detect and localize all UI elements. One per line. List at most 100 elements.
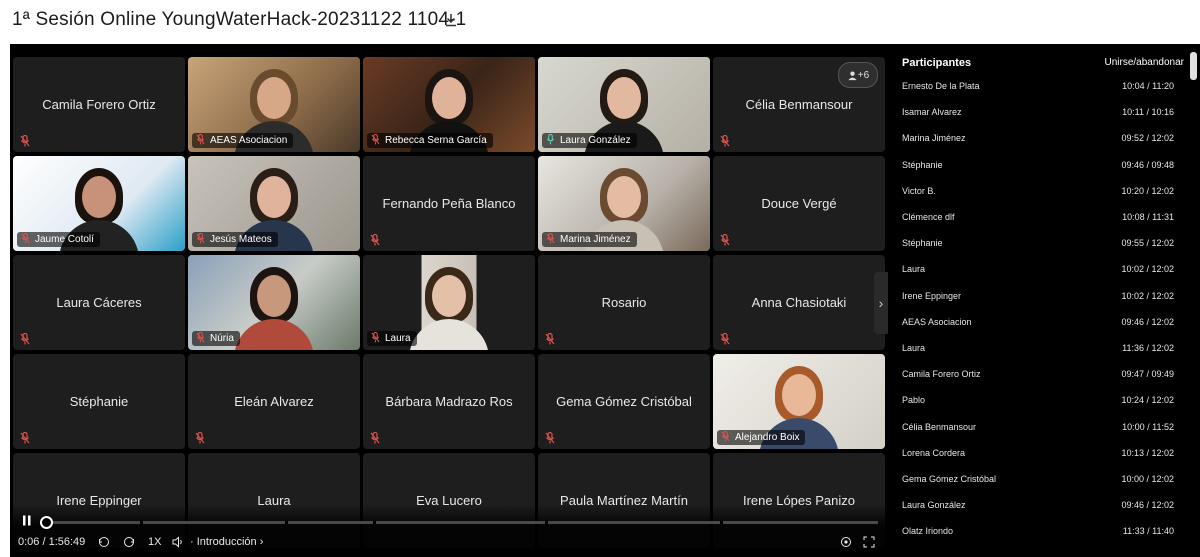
participant-name: Douce Vergé <box>761 196 837 211</box>
progress-track[interactable] <box>40 520 878 525</box>
participant-row-name: Victor B. <box>902 185 936 196</box>
participant-tile[interactable]: Laura Cáceres <box>13 255 185 350</box>
participant-row-time: 09:52 / 12:02 <box>1121 133 1174 144</box>
participant-row-time: 09:46 / 09:48 <box>1121 159 1174 170</box>
participant-row: Irene Eppinger 10:02 / 12:02 <box>902 291 1174 305</box>
settings-button[interactable] <box>840 536 852 551</box>
participant-row-name: Camila Forero Ortiz <box>902 369 981 380</box>
chapter-dropdown[interactable]: · Introducción › <box>190 536 263 548</box>
participant-row-name: AEAS Asociacion <box>902 316 972 327</box>
participant-tile[interactable]: Núria <box>188 255 360 350</box>
participant-row-name: Gema Gómez Cristóbal <box>902 474 997 484</box>
participant-tile[interactable]: Douce Vergé <box>713 156 885 251</box>
participant-name-label: Jesús Mateos <box>192 232 278 247</box>
rewind-button[interactable] <box>98 536 110 551</box>
participant-tile[interactable]: Camila Forero Ortiz <box>13 57 185 152</box>
participant-row: Clémence dlf 10:08 / 11:31 <box>902 212 1174 226</box>
participant-tile[interactable]: Rosario <box>538 255 710 350</box>
participant-tile[interactable]: Eleán Alvarez <box>188 354 360 449</box>
muted-microphone-icon <box>720 332 730 345</box>
participant-name-label: Marina Jiménez <box>542 232 637 247</box>
volume-button[interactable] <box>172 536 184 551</box>
forward-icon <box>124 537 134 547</box>
progress-handle[interactable] <box>40 516 53 529</box>
chevron-right-icon: › <box>256 536 264 548</box>
participant-row-name: Célia Benmansour <box>902 421 977 432</box>
join-leave-header: Unirse/abandonar <box>1104 57 1185 68</box>
participant-tile[interactable]: Bárbara Madrazo Ros <box>363 354 535 449</box>
participant-tile[interactable]: Fernando Peña Blanco <box>363 156 535 251</box>
participant-name: Jesús Mateos <box>210 234 272 245</box>
scrollbar[interactable] <box>1190 52 1197 80</box>
participant-name-label: Núria <box>192 331 240 346</box>
participant-name: Stéphanie <box>69 394 129 409</box>
more-participants-badge[interactable]: +6 <box>838 62 878 88</box>
chapter-label: Introducción <box>196 536 257 548</box>
participant-row-time: 10:02 / 12:02 <box>1121 264 1174 275</box>
participant-row: Isamar Alvarez 10:11 / 10:16 <box>902 107 1174 121</box>
participant-row-time: 10:20 / 12:02 <box>1121 185 1174 196</box>
participant-tile[interactable]: Rebecca Serna García <box>363 57 535 152</box>
next-page-arrow[interactable]: › <box>874 272 888 334</box>
forward-button[interactable] <box>123 536 135 551</box>
participants-panel: Participantes Unirse/abandonar Ernesto D… <box>888 44 1200 557</box>
participant-tile[interactable]: Laura González <box>538 57 710 152</box>
muted-microphone-icon <box>545 332 555 345</box>
download-icon[interactable] <box>445 12 457 28</box>
rewind-icon <box>99 537 109 547</box>
chapter-dot: · <box>190 536 197 548</box>
participant-row-time: 10:24 / 12:02 <box>1121 395 1174 406</box>
participant-row: Marina Jiménez 09:52 / 12:02 <box>902 133 1174 147</box>
participant-row: Laura 10:02 / 12:02 <box>902 264 1174 278</box>
participant-row-name: Laura <box>902 343 926 353</box>
recording-title: 1ª Sesión Online YoungWaterHack-20231122… <box>12 9 467 30</box>
participant-row: Gema Gómez Cristóbal 10:00 / 12:02 <box>902 474 1174 488</box>
participant-tile[interactable]: AEAS Asociacion <box>188 57 360 152</box>
participant-row: Olatz Iriondo 11:33 / 11:40 <box>902 526 1174 540</box>
participant-name: Rosario <box>601 295 647 310</box>
participant-name-label: Laura <box>367 331 417 346</box>
participant-row-name: Pablo <box>902 395 926 406</box>
participant-name: Anna Chasiotaki <box>751 295 847 310</box>
participant-tile[interactable]: Jesús Mateos <box>188 156 360 251</box>
participant-row: Laura González 09:46 / 12:02 <box>902 500 1174 514</box>
participant-tile[interactable]: Gema Gómez Cristóbal <box>538 354 710 449</box>
muted-microphone-icon <box>196 133 205 145</box>
participant-row: Stéphanie 09:55 / 12:02 <box>902 238 1174 252</box>
participant-tile[interactable]: Jaume Cotolí <box>13 156 185 251</box>
muted-microphone-icon <box>21 232 30 244</box>
participant-row-time: 10:00 / 12:02 <box>1121 474 1174 484</box>
muted-microphone-icon <box>545 431 555 444</box>
participant-row-name: Ernesto De la Plata <box>902 81 980 91</box>
participants-header: Participantes <box>902 57 972 69</box>
speed-button[interactable]: 1X <box>148 536 161 548</box>
participant-tile[interactable]: Alejandro Boix <box>713 354 885 449</box>
participant-name: Fernando Peña Blanco <box>382 196 516 211</box>
participant-name: Laura González <box>560 135 631 146</box>
participant-row: Pablo 10:24 / 12:02 <box>902 395 1174 409</box>
fullscreen-button[interactable] <box>863 536 875 551</box>
participant-tile[interactable]: Stéphanie <box>13 354 185 449</box>
participant-row-time: 10:11 / 10:16 <box>1122 107 1174 118</box>
participant-row-name: Clémence dlf <box>902 212 955 222</box>
muted-microphone-icon <box>371 331 380 343</box>
participant-row-time: 10:00 / 11:52 <box>1122 421 1174 432</box>
participant-tile[interactable]: Anna Chasiotaki <box>713 255 885 350</box>
participant-row-name: Laura <box>902 264 926 275</box>
pause-button[interactable] <box>22 515 32 529</box>
muted-microphone-icon <box>195 431 205 444</box>
pause-icon <box>23 515 31 526</box>
participant-tile[interactable]: Laura <box>363 255 535 350</box>
participant-row-name: Marina Jiménez <box>902 133 966 144</box>
participant-name-label: Rebecca Serna García <box>367 133 493 148</box>
participant-tile[interactable]: Marina Jiménez <box>538 156 710 251</box>
time-display: 0:06 / 1:56:49 <box>18 536 86 548</box>
participant-row: Lorena Cordera 10:13 / 12:02 <box>902 448 1174 462</box>
participant-row: Victor B. 10:20 / 12:02 <box>902 186 1174 200</box>
participant-row-time: 10:04 / 11:20 <box>1122 81 1174 91</box>
video-player[interactable]: Camila Forero Ortiz AEAS Asociacion Rebecc… <box>10 44 888 557</box>
muted-microphone-icon <box>20 431 30 444</box>
muted-microphone-icon <box>720 233 730 246</box>
participant-row-time: 10:02 / 12:02 <box>1121 290 1174 301</box>
participant-row-time: 09:46 / 12:02 <box>1121 500 1174 511</box>
